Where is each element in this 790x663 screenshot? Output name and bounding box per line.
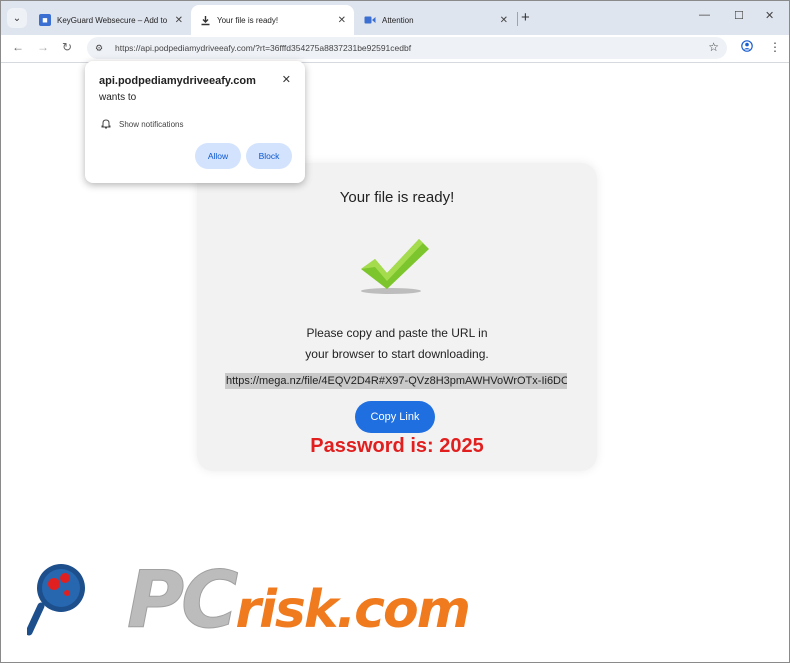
popup-host: api.podpediamydriveeafy.com <box>99 75 256 87</box>
magnifier-logo-icon <box>27 564 85 636</box>
tab-your-file-ready[interactable]: Your file is ready! ✕ <box>191 5 354 35</box>
pcrisk-watermark: PCrisk.com <box>27 556 471 647</box>
notification-permission-popup: api.podpediamydriveeafy.com wants to ✕ S… <box>85 61 305 183</box>
block-button[interactable]: Block <box>246 143 292 169</box>
watermark-text: PCrisk.com <box>126 556 470 647</box>
reload-icon[interactable]: ↻ <box>62 40 72 54</box>
bookmark-star-icon[interactable]: ☆ <box>708 40 719 54</box>
close-window-icon[interactable]: ✕ <box>765 9 774 22</box>
forward-icon[interactable]: → <box>37 40 49 54</box>
popup-wants-to: wants to <box>99 92 137 103</box>
card-title: Your file is ready! <box>339 189 455 206</box>
browser-window: ⌄ ■ KeyGuard Websecure – Add to ✕ Your f… <box>0 0 790 663</box>
close-tab-icon[interactable]: ✕ <box>500 15 508 26</box>
permission-text: Show notifications <box>119 120 184 129</box>
video-icon <box>364 14 376 26</box>
download-link-text[interactable]: https://mega.nz/file/4EQV2D4R#X97-QVz8H3… <box>225 373 567 389</box>
tab-title: Your file is ready! <box>217 15 279 25</box>
tab-keyguard[interactable]: ■ KeyGuard Websecure – Add to ✕ <box>31 5 191 35</box>
tab-search-button[interactable]: ⌄ <box>7 8 27 28</box>
tab-attention[interactable]: Attention ✕ <box>356 5 516 35</box>
address-bar[interactable]: ⚙ https://api.podpediamydriveeafy.com/?r… <box>87 37 727 59</box>
allow-button[interactable]: Allow <box>195 143 241 169</box>
tab-title: KeyGuard Websecure – Add to <box>57 15 168 25</box>
password-text: Password is: 2025 <box>310 435 484 457</box>
close-tab-icon[interactable]: ✕ <box>175 15 183 26</box>
watermark-risk: risk.com <box>235 580 470 640</box>
instructions: Please copy and paste the URL in your br… <box>197 323 597 365</box>
bell-icon <box>101 118 111 132</box>
new-tab-icon[interactable]: + <box>521 9 530 26</box>
chevron-down-icon: ⌄ <box>12 12 22 24</box>
download-card: Your file is ready! Please copy and past… <box>197 163 597 471</box>
instruction-line: Please copy and paste the URL in <box>306 326 488 340</box>
tab-strip: ⌄ ■ KeyGuard Websecure – Add to ✕ Your f… <box>1 1 789 35</box>
tab-title: Attention <box>382 15 414 25</box>
url-text[interactable]: https://api.podpediamydriveeafy.com/?rt=… <box>115 43 411 53</box>
browser-toolbar: ← → ↻ ⚙ https://api.podpediamydriveeafy.… <box>1 35 789 63</box>
back-icon[interactable]: ← <box>12 40 24 54</box>
instruction-line: your browser to start downloading. <box>305 347 489 361</box>
menu-icon[interactable]: ⋮ <box>769 40 781 54</box>
site-info-icon[interactable]: ⚙ <box>95 43 109 54</box>
checkmark-icon <box>361 239 429 294</box>
close-tab-icon[interactable]: ✕ <box>338 15 346 26</box>
download-icon <box>199 14 211 26</box>
minimize-icon[interactable]: — <box>699 9 710 21</box>
copy-link-button[interactable]: Copy Link <box>355 401 435 433</box>
watermark-pc: PC <box>126 556 238 647</box>
maximize-icon[interactable]: ☐ <box>734 9 744 22</box>
popup-close-icon[interactable]: ✕ <box>282 73 291 86</box>
profile-icon[interactable] <box>741 40 753 55</box>
tab-divider <box>517 12 518 26</box>
shield-icon: ■ <box>39 14 51 26</box>
